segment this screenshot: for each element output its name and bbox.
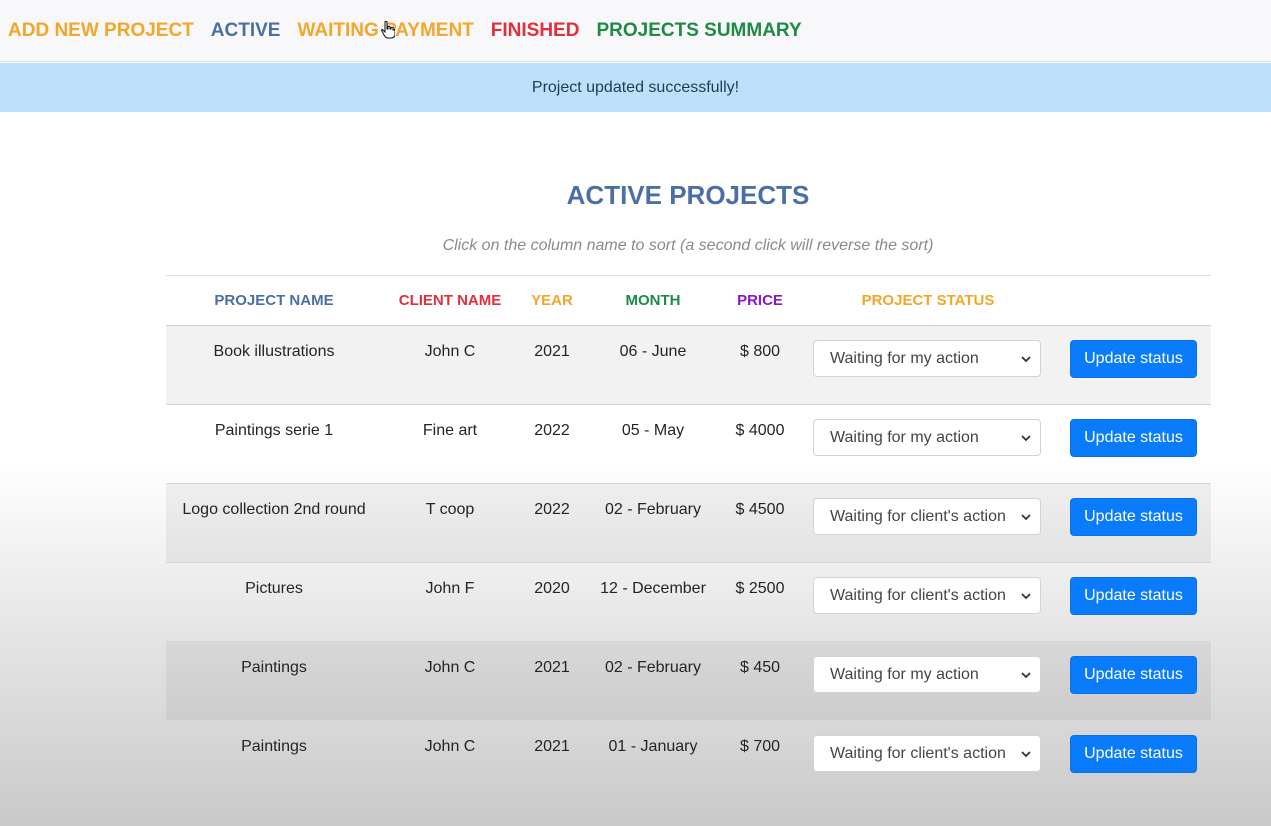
price-cell: $ 700 (739, 738, 781, 755)
price-cell: $ 800 (739, 343, 781, 360)
project-name-cell: Pictures (245, 580, 303, 597)
project-name-cell: Logo collection 2nd round (182, 501, 366, 518)
status-select[interactable]: Waiting for client's action (813, 735, 1041, 772)
client-name-cell: Fine art (422, 422, 478, 439)
project-name-cell: Paintings (241, 738, 307, 755)
status-select-value: Waiting for client's action (830, 586, 1006, 604)
table-row: Paintings serie 1 Fine art 2022 05 - May… (166, 405, 1211, 484)
client-name-cell: John C (424, 343, 476, 360)
update-status-button[interactable]: Update status (1070, 656, 1197, 694)
page-title: ACTIVE PROJECTS (566, 180, 810, 210)
nav-add-new-project[interactable]: ADD NEW PROJECT (8, 20, 194, 42)
table-row: Paintings John C 2021 02 - February $ 45… (166, 642, 1211, 721)
project-name-cell: Paintings (241, 659, 307, 676)
price-cell: $ 2500 (735, 580, 785, 597)
status-select[interactable]: Waiting for my action (813, 656, 1041, 693)
status-select-value: Waiting for my action (830, 665, 979, 683)
year-cell: 2021 (534, 659, 570, 676)
sort-hint: Click on the column name to sort (a seco… (442, 237, 934, 254)
status-select[interactable]: Waiting for my action (813, 340, 1041, 377)
chevron-down-icon (1021, 672, 1031, 679)
chevron-down-icon (1021, 435, 1031, 442)
top-navigation: ADD NEW PROJECT ACTIVE WAITING PAYMENT F… (0, 0, 1271, 62)
table-row: Paintings John C 2021 01 - January $ 700… (166, 721, 1211, 799)
update-status-button[interactable]: Update status (1070, 498, 1197, 536)
column-header-project-status[interactable]: PROJECT STATUS (800, 292, 1056, 309)
month-cell: 02 - February (604, 501, 702, 518)
table-header: PROJECT NAME CLIENT NAME YEAR MONTH PRIC… (166, 276, 1211, 326)
client-name-cell: John F (425, 580, 475, 597)
update-status-button[interactable]: Update status (1070, 419, 1197, 457)
column-header-year[interactable]: YEAR (518, 292, 586, 309)
status-select-value: Waiting for my action (830, 349, 979, 367)
column-header-month[interactable]: MONTH (586, 292, 720, 309)
month-cell: 05 - May (621, 422, 685, 439)
column-header-project-name[interactable]: PROJECT NAME (166, 292, 382, 309)
status-select-value: Waiting for client's action (830, 744, 1006, 762)
update-status-button[interactable]: Update status (1070, 577, 1197, 615)
status-select[interactable]: Waiting for client's action (813, 498, 1041, 535)
nav-active[interactable]: ACTIVE (211, 20, 281, 42)
client-name-cell: John C (424, 738, 476, 755)
month-cell: 12 - December (600, 580, 706, 597)
client-name-cell: T coop (425, 501, 475, 518)
year-cell: 2021 (534, 738, 570, 755)
projects-table: PROJECT NAME CLIENT NAME YEAR MONTH PRIC… (166, 275, 1211, 799)
project-name-cell: Book illustrations (213, 343, 335, 360)
project-name-cell: Paintings serie 1 (214, 422, 334, 439)
year-cell: 2022 (534, 422, 570, 439)
update-status-button[interactable]: Update status (1070, 340, 1197, 378)
status-select[interactable]: Waiting for client's action (813, 577, 1041, 614)
status-select-value: Waiting for my action (830, 428, 979, 446)
chevron-down-icon (1021, 356, 1031, 363)
chevron-down-icon (1021, 751, 1031, 758)
alert-message: Project updated successfully! (531, 78, 740, 96)
month-cell: 01 - January (608, 738, 698, 755)
table-row: Pictures John F 2020 12 - December $ 250… (166, 563, 1211, 642)
chevron-down-icon (1021, 593, 1031, 600)
client-name-cell: John C (424, 659, 476, 676)
column-header-client-name[interactable]: CLIENT NAME (382, 292, 518, 309)
nav-finished[interactable]: FINISHED (491, 20, 580, 42)
column-header-price[interactable]: PRICE (720, 292, 800, 309)
hand-pointer-icon (381, 21, 395, 39)
status-select-value: Waiting for client's action (830, 507, 1006, 525)
price-cell: $ 4000 (735, 422, 785, 439)
success-alert: Project updated successfully! (0, 63, 1271, 112)
price-cell: $ 4500 (735, 501, 785, 518)
nav-projects-summary[interactable]: PROJECTS SUMMARY (596, 20, 801, 42)
table-row: Book illustrations John C 2021 06 - June… (166, 326, 1211, 405)
table-row: Logo collection 2nd round T coop 2022 02… (166, 484, 1211, 563)
chevron-down-icon (1021, 514, 1031, 521)
update-status-button[interactable]: Update status (1070, 735, 1197, 773)
year-cell: 2022 (534, 501, 570, 518)
year-cell: 2021 (534, 343, 570, 360)
price-cell: $ 450 (739, 659, 781, 676)
month-cell: 02 - February (604, 659, 702, 676)
status-select[interactable]: Waiting for my action (813, 419, 1041, 456)
year-cell: 2020 (534, 580, 570, 597)
month-cell: 06 - June (619, 343, 687, 360)
